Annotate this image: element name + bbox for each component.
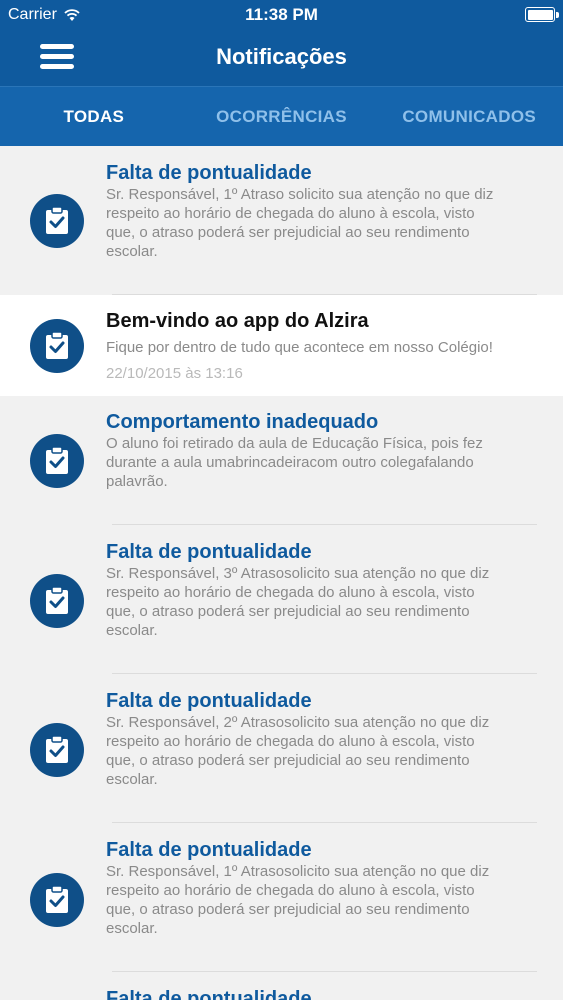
notification-title: Falta de pontualidade [106, 690, 312, 712]
battery-icon [525, 7, 559, 22]
tab-bar: TODAS OCORRÊNCIAS COMUNICADOS [0, 86, 563, 146]
notification-body: Fique por dentro de tudo que acontece em… [106, 339, 493, 356]
notification-title: Falta de pontualidade [106, 162, 312, 184]
notification-item[interactable]: Falta de pontualidade Sr. Responsável, 1… [0, 146, 563, 295]
clipboard-check-icon [46, 735, 68, 763]
notification-title: Comportamento inadequado [106, 411, 379, 433]
page-title: Notificações [216, 44, 347, 69]
notification-body: Sr. Responsável, 1º Atraso solicito sua … [106, 186, 494, 260]
tab-todas[interactable]: TODAS [0, 87, 188, 146]
navigation-bar: Notificações [0, 30, 563, 86]
notification-title: Falta de pontualidade [106, 839, 312, 861]
notification-icon [30, 194, 84, 248]
notification-icon [30, 873, 84, 927]
clipboard-check-icon [46, 586, 68, 614]
tab-ocorrencias[interactable]: OCORRÊNCIAS [188, 87, 376, 146]
clipboard-check-icon [46, 206, 68, 234]
status-bar: Carrier 11:38 PM [0, 0, 563, 30]
notification-body: O aluno foi retirado da aula de Educação… [106, 435, 483, 490]
status-time: 11:38 PM [245, 5, 318, 24]
notification-title: Falta de pontualidade [106, 988, 312, 1000]
tab-comunicados[interactable]: COMUNICADOS [375, 87, 563, 146]
notification-list: Falta de pontualidade Sr. Responsável, 1… [0, 146, 563, 1000]
notification-icon [30, 319, 84, 373]
notification-title: Falta de pontualidade [106, 541, 312, 563]
clipboard-check-icon [46, 446, 68, 474]
notification-item[interactable]: Falta de pontualidade Sr. Responsável, 2… [0, 674, 563, 823]
notification-icon [30, 574, 84, 628]
notification-icon [30, 723, 84, 777]
clipboard-check-icon [46, 885, 68, 913]
notification-item[interactable]: Comportamento inadequado O aluno foi ret… [0, 396, 563, 525]
notification-body: Sr. Responsável, 1º Atrasosolicito sua a… [106, 863, 490, 937]
notification-item-highlighted[interactable]: Bem-vindo ao app do Alzira Fique por den… [0, 295, 563, 396]
clipboard-check-icon [46, 331, 68, 359]
notification-item[interactable]: Falta de pontualidade Sr. Responsável, 1… [0, 823, 563, 972]
notification-date: 22/10/2015 às 13:16 [106, 365, 243, 382]
notification-icon [30, 434, 84, 488]
notification-title: Bem-vindo ao app do Alzira [106, 310, 369, 332]
notification-body: Sr. Responsável, 3º Atrasosolicito sua a… [106, 565, 490, 639]
notification-item[interactable]: Falta de pontualidade Sr. Responsável, 3… [0, 525, 563, 674]
notification-item[interactable]: Falta de pontualidade [0, 972, 563, 1000]
notification-body: Sr. Responsável, 2º Atrasosolicito sua a… [106, 714, 490, 788]
